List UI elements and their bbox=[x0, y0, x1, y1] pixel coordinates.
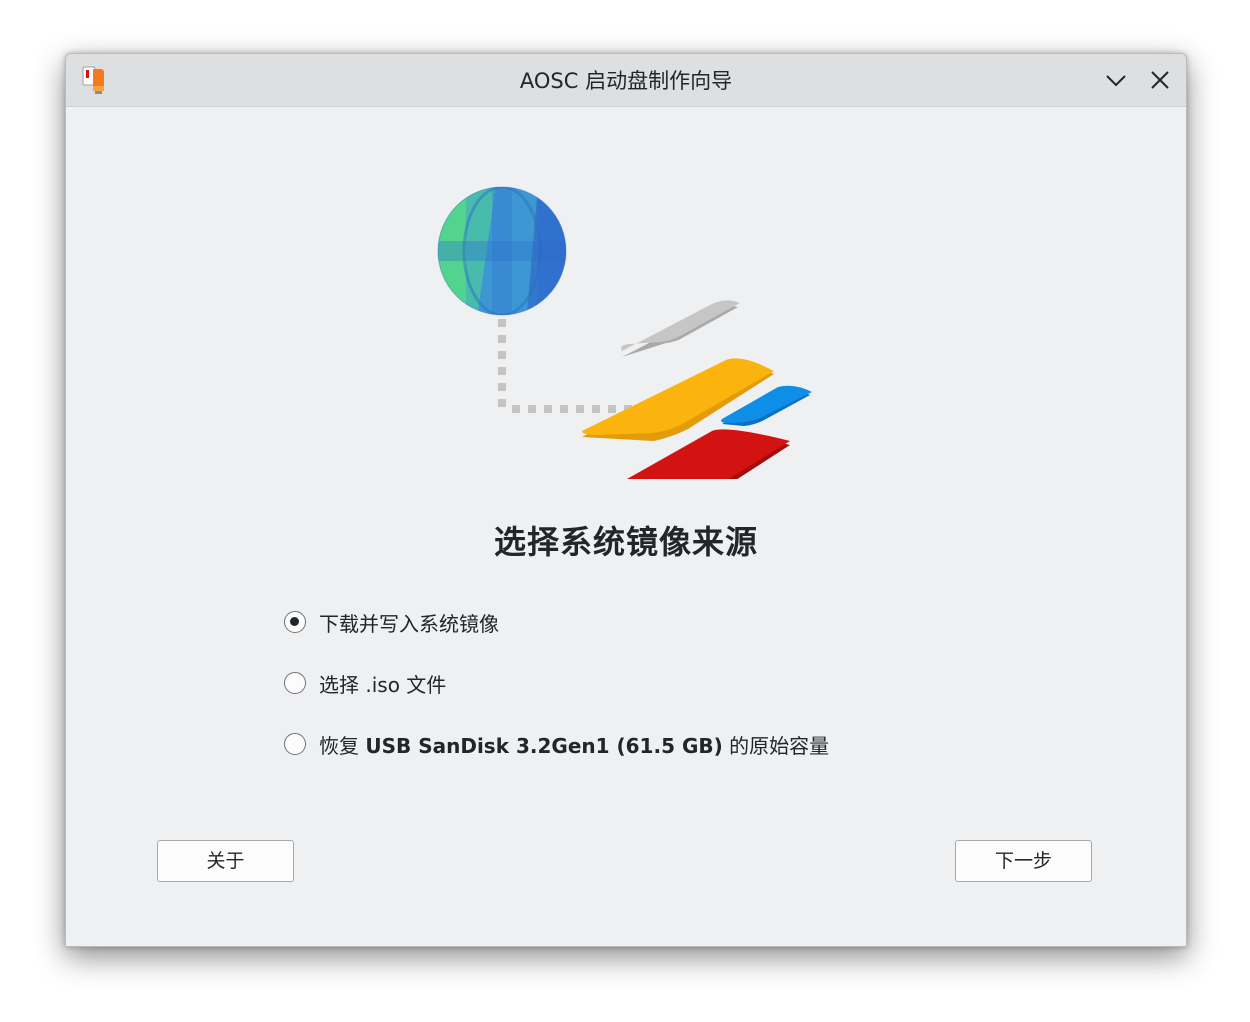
yellow-card bbox=[582, 358, 774, 441]
option-restore-usb[interactable]: 恢复 USB SanDisk 3.2Gen1 (61.5 GB) 的原始容量 bbox=[284, 729, 829, 759]
option-label-prefix: 恢复 bbox=[319, 733, 366, 758]
radio-restore-usb[interactable] bbox=[284, 733, 306, 755]
usb-device-name: USB SanDisk 3.2Gen1 (61.5 GB) bbox=[365, 733, 723, 758]
option-label: 恢复 USB SanDisk 3.2Gen1 (61.5 GB) 的原始容量 bbox=[319, 730, 829, 759]
titlebar[interactable]: AOSC 启动盘制作向导 bbox=[66, 54, 1186, 107]
option-download-image[interactable]: 下载并写入系统镜像 bbox=[284, 607, 499, 637]
radio-download-image[interactable] bbox=[284, 611, 306, 633]
gray-card bbox=[621, 300, 740, 357]
page-heading: 选择系统镜像来源 bbox=[493, 523, 758, 561]
wizard-window: AOSC 启动盘制作向导 选择系统镜像来源 下载并写入系统镜像 选择 .iso … bbox=[65, 53, 1187, 947]
option-label: 选择 .iso 文件 bbox=[319, 672, 447, 697]
connector-line bbox=[498, 319, 648, 413]
next-button[interactable]: 下一步 bbox=[955, 840, 1092, 882]
close-icon[interactable] bbox=[1146, 66, 1174, 94]
about-button[interactable]: 关于 bbox=[157, 840, 294, 882]
option-select-iso[interactable]: 选择 .iso 文件 bbox=[284, 668, 446, 698]
image-source-illustration bbox=[437, 186, 812, 479]
chevron-down-icon[interactable] bbox=[1102, 66, 1130, 94]
radio-select-iso[interactable] bbox=[284, 672, 306, 694]
option-label: 下载并写入系统镜像 bbox=[319, 611, 499, 636]
option-label-suffix: 的原始容量 bbox=[722, 733, 830, 758]
window-title: AOSC 启动盘制作向导 bbox=[519, 69, 733, 93]
globe-icon bbox=[437, 186, 567, 316]
